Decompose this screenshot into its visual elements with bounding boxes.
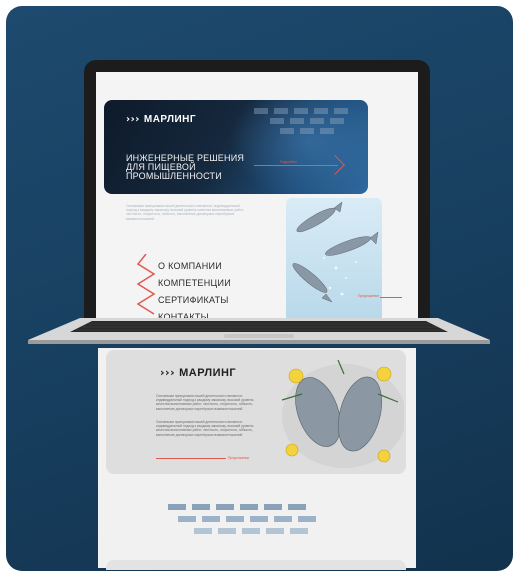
laptop-screen: ››› МАРЛИНГ ИНЖЕНЕРНЫЕ РЕШЕНИЯ ДЛЯ ПИЩЕВ… (96, 72, 418, 322)
laptop-keyboard-deck (28, 318, 490, 344)
page-paragraph-1: Основными принципами нашей деятельности … (156, 394, 254, 411)
next-section-card (106, 560, 406, 570)
brand-logo[interactable]: ››› МАРЛИНГ (126, 114, 196, 125)
page-link-line (156, 458, 226, 459)
pixel-pattern (280, 128, 334, 134)
zigzag-decoration-icon (136, 254, 156, 315)
pixel-pattern (254, 108, 348, 114)
page-link-caption[interactable]: Предложение (228, 456, 249, 460)
fish-plate-icon (281, 359, 404, 468)
menu-item-competencies[interactable]: КОМПЕТЕНЦИИ (158, 275, 231, 292)
hero-title: ИНЖЕНЕРНЫЕ РЕШЕНИЯ ДЛЯ ПИЩЕВОЙ ПРОМЫШЛЕН… (126, 153, 245, 181)
fish-photo (286, 198, 382, 322)
page-preview: ››› МАРЛИНГ Основными принципами нашей д… (98, 348, 416, 570)
menu-item-certificates[interactable]: СЕРТИФИКАТЫ (158, 292, 231, 309)
main-menu: О КОМПАНИИ КОМПЕТЕНЦИИ СЕРТИФИКАТЫ КОНТА… (158, 258, 231, 322)
logo-text: МАРЛИНГ (143, 114, 197, 125)
page-pixel-pattern (194, 528, 308, 534)
page-pixel-pattern (178, 516, 316, 522)
hero-banner: ››› МАРЛИНГ ИНЖЕНЕРНЫЕ РЕШЕНИЯ ДЛЯ ПИЩЕВ… (104, 100, 368, 194)
hero-glow (228, 100, 368, 194)
page-pixel-pattern (168, 504, 306, 510)
hero-arrow-caption: Подробнее (280, 160, 298, 164)
fish-illustration-icon (292, 201, 379, 303)
hero-description: Основными принципами нашей деятельности … (126, 204, 244, 221)
page-logo-text: МАРЛИНГ (179, 366, 237, 379)
pixel-pattern (270, 118, 344, 124)
menu-item-about[interactable]: О КОМПАНИИ (158, 258, 231, 275)
page-brand-logo[interactable]: ››› МАРЛИНГ (160, 366, 236, 379)
page-logo-mark-icon: ››› (160, 366, 176, 379)
page-hero-card: ››› МАРЛИНГ Основными принципами нашей д… (106, 350, 406, 474)
photo-caption-line (380, 297, 402, 298)
page-paragraph-2: Основными принципами нашей деятельности … (156, 420, 254, 437)
photo-caption: Предложение (358, 294, 380, 298)
logo-mark-icon: ››› (126, 114, 140, 125)
